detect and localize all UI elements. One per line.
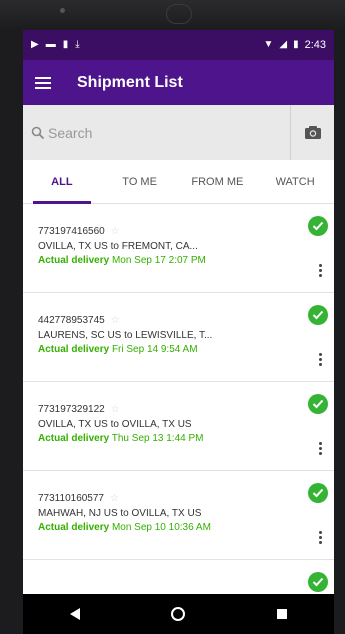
delivery-status: Actual delivery Fri Sep 14 9:54 AM bbox=[38, 344, 198, 355]
tab-from-me[interactable]: FROM ME bbox=[179, 160, 257, 203]
shipment-route: OVILLA, TX US to OVILLA, TX US bbox=[38, 419, 192, 430]
tab-all[interactable]: ALL bbox=[23, 160, 101, 204]
device-bezel-right bbox=[334, 30, 345, 634]
page-title: Shipment List bbox=[77, 73, 183, 91]
check-circle-icon bbox=[308, 572, 328, 592]
check-circle-icon bbox=[308, 216, 328, 236]
home-icon bbox=[171, 607, 186, 621]
list-item[interactable]: 442778953745 ☆ LAURENS, SC US to LEWISVIL… bbox=[23, 293, 334, 382]
tab-to-me[interactable]: TO ME bbox=[101, 160, 179, 203]
camera-icon bbox=[304, 126, 321, 139]
search-icon bbox=[31, 126, 45, 139]
delivery-status: Actual delivery Mon Sep 10 10:36 AM bbox=[38, 522, 211, 533]
device-bezel-left bbox=[0, 30, 23, 634]
status-bar: ▶ ▬ ▮ ⤓ ▼ ◢ ▮ 2:43 bbox=[23, 30, 334, 60]
check-circle-icon bbox=[308, 483, 328, 503]
list-item-partial[interactable] bbox=[23, 560, 334, 594]
back-icon bbox=[69, 608, 80, 620]
list-item[interactable]: 773197329122 ☆ OVILLA, TX US to OVILLA, T… bbox=[23, 382, 334, 471]
shipment-route: OVILLA, TX US to FREMONT, CA... bbox=[38, 241, 198, 252]
more-vert-icon[interactable] bbox=[319, 531, 322, 544]
signal-icon: ◢ bbox=[279, 39, 288, 50]
tracking-number: 773197416560 bbox=[38, 226, 105, 237]
list-item[interactable]: 773110160577 ☆ MAHWAH, NJ US to OVILLA, T… bbox=[23, 471, 334, 560]
search-row bbox=[23, 105, 334, 160]
star-icon[interactable]: ☆ bbox=[110, 493, 119, 504]
tracking-number: 773110160577 bbox=[38, 493, 104, 504]
more-vert-icon[interactable] bbox=[319, 353, 322, 366]
recents-icon bbox=[277, 609, 288, 619]
more-vert-icon[interactable] bbox=[319, 442, 322, 455]
system-nav-bar bbox=[23, 594, 334, 634]
menu-icon[interactable] bbox=[35, 76, 51, 89]
tab-watch[interactable]: WATCH bbox=[256, 160, 334, 203]
tracking-number: 442778953745 bbox=[38, 315, 105, 326]
tracking-number: 773197329122 bbox=[38, 404, 105, 415]
search-box[interactable] bbox=[23, 105, 290, 160]
proximity-sensor bbox=[166, 4, 192, 24]
check-circle-icon bbox=[308, 394, 328, 414]
filter-tabs: ALL TO ME FROM ME WATCH bbox=[23, 160, 334, 204]
more-vert-icon[interactable] bbox=[319, 264, 322, 277]
battery-icon: ▮ bbox=[293, 39, 299, 50]
shipment-route: LAURENS, SC US to LEWISVILLE, T... bbox=[38, 330, 213, 341]
back-button[interactable] bbox=[55, 599, 95, 629]
camera-scan-button[interactable] bbox=[290, 105, 334, 160]
app-bar: Shipment List bbox=[23, 60, 334, 105]
delivery-status: Actual delivery Mon Sep 17 2:07 PM bbox=[38, 255, 206, 266]
download-icon: ⤓ bbox=[75, 39, 80, 50]
shipment-route: MAHWAH, NJ US to OVILLA, TX US bbox=[38, 508, 202, 519]
front-camera bbox=[60, 8, 65, 13]
delivery-status: Actual delivery Thu Sep 13 1:44 PM bbox=[38, 433, 204, 444]
star-icon[interactable]: ☆ bbox=[111, 315, 120, 326]
shipment-list[interactable]: 773197416560 ☆ OVILLA, TX US to FREMONT, … bbox=[23, 204, 334, 594]
image-icon: ▬ bbox=[45, 39, 56, 50]
status-time: 2:43 bbox=[304, 39, 326, 51]
check-circle-icon bbox=[308, 305, 328, 325]
wifi-icon: ▼ bbox=[263, 39, 274, 50]
search-input[interactable] bbox=[48, 124, 248, 141]
play-icon: ▶ bbox=[31, 39, 39, 50]
star-icon[interactable]: ☆ bbox=[111, 404, 120, 415]
home-button[interactable] bbox=[158, 599, 198, 629]
star-icon[interactable]: ☆ bbox=[111, 226, 120, 237]
recents-button[interactable] bbox=[262, 599, 302, 629]
device-bezel-top bbox=[0, 0, 345, 30]
list-item[interactable]: 773197416560 ☆ OVILLA, TX US to FREMONT, … bbox=[23, 204, 334, 293]
sim-icon: ▮ bbox=[62, 39, 69, 50]
